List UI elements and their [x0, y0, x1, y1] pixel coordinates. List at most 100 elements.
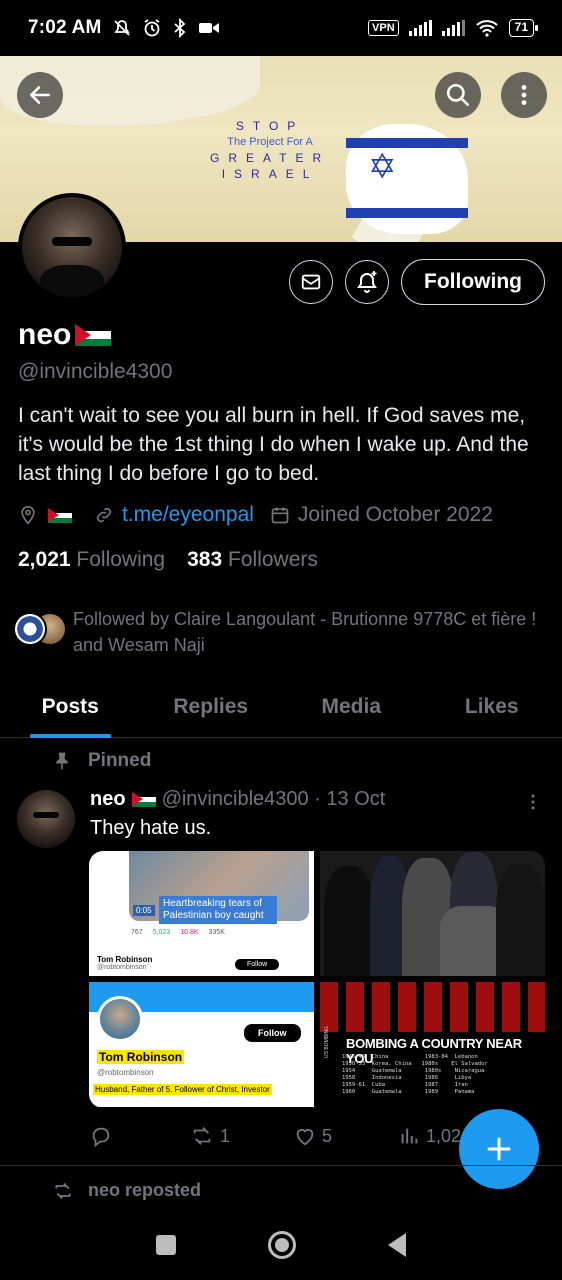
media-user-handle: @robtombinson: [97, 964, 147, 971]
flag-triangle: [75, 324, 92, 346]
media-follow-label: Follow: [235, 959, 280, 970]
banner-flag: ✡: [346, 124, 468, 234]
status-time: 7:02 AM: [28, 17, 102, 38]
calendar-icon: [271, 507, 289, 524]
tab-media[interactable]: Media: [281, 676, 422, 737]
media-image[interactable]: US BOMBING BOMBING A COUNTRY NEAR YOU 19…: [320, 982, 545, 1107]
pin-icon: [56, 752, 68, 770]
media-side-text: US BOMBING: [324, 1026, 330, 1058]
tweet-avatar[interactable]: [17, 790, 75, 848]
following-button[interactable]: Following: [401, 259, 545, 305]
repost-button[interactable]: 1: [190, 1125, 294, 1147]
banner-line: GREATER: [210, 151, 331, 165]
tab-posts[interactable]: Posts: [0, 676, 141, 738]
pinned-label: Pinned: [88, 750, 152, 771]
location-pin-icon: [21, 505, 35, 525]
status-bar: 7:02 AM VPN 71: [0, 0, 562, 56]
reposted-label: neo reposted: [88, 1180, 202, 1200]
video-icon: [198, 23, 219, 33]
tab-likes[interactable]: Likes: [422, 676, 562, 737]
palestine-flag-icon: [75, 324, 112, 347]
media-stat: 10.8K: [180, 929, 199, 936]
followers-stat[interactable]: 383 Followers: [187, 548, 318, 572]
media-user: Tom Robinson @robtombinson: [97, 955, 152, 971]
media-image[interactable]: 0:05 Heartbreaking tears of Palestinian …: [89, 851, 314, 976]
flag-triangle: [131, 792, 143, 806]
followers-label: Followers: [228, 548, 318, 571]
system-back-button[interactable]: [388, 1233, 406, 1257]
bell-plus-icon: [357, 271, 377, 293]
compose-button[interactable]: [459, 1109, 539, 1189]
status-icons-right: VPN 71: [368, 18, 539, 38]
battery-icon: 71: [508, 19, 539, 37]
bar-chart-icon: [401, 1128, 418, 1144]
wifi-icon: [475, 20, 498, 37]
avatar-coat: [40, 265, 104, 297]
view-count: 1,02: [426, 1125, 462, 1146]
repost-count: 1: [220, 1125, 231, 1146]
flag-stripe: [346, 138, 468, 148]
tweet-author[interactable]: neo: [90, 788, 126, 811]
notifications-button[interactable]: [345, 260, 389, 304]
media-image[interactable]: [320, 851, 545, 976]
tweet-actions: 1 5 1,02: [90, 1125, 470, 1147]
like-button[interactable]: 5: [294, 1125, 398, 1147]
media-user-name: Tom Robinson: [97, 1050, 185, 1064]
followed-by[interactable]: Followed by Claire Langoulant - Brutionn…: [13, 606, 543, 658]
repost-icon: [55, 1182, 71, 1199]
search-icon: [446, 83, 470, 107]
tab-replies[interactable]: Replies: [141, 676, 282, 737]
following-stat[interactable]: 2,021 Following: [18, 548, 165, 572]
divider: [0, 1165, 562, 1166]
profile-avatar[interactable]: [18, 193, 126, 301]
star-of-david-icon: ✡: [368, 148, 397, 186]
media-follow-label: Follow: [244, 1024, 301, 1042]
avatar-glasses: [33, 812, 59, 818]
following-label: Following: [76, 548, 166, 571]
banner-line: The Project For A: [227, 136, 313, 148]
avatar-glasses: [52, 237, 92, 246]
search-button[interactable]: [435, 72, 481, 118]
joined-date: Joined October 2022: [297, 503, 493, 526]
media-figure: [496, 864, 545, 976]
media-avatar: [97, 996, 143, 1042]
reply-button[interactable]: [90, 1125, 190, 1147]
media-stat: 335K: [208, 929, 225, 936]
media-stat: 767: [131, 929, 143, 936]
flag-stripe: [346, 208, 468, 218]
like-count: 5: [322, 1125, 333, 1146]
signal-icon: [408, 20, 432, 36]
tweet-media-grid: 0:05 Heartbreaking tears of Palestinian …: [89, 851, 545, 1108]
tweet-header: neo @invincible4300 · 13 Oct: [90, 788, 385, 811]
tweet-more-button[interactable]: [523, 791, 543, 818]
profile-link[interactable]: t.me/eyeonpal: [122, 503, 254, 527]
system-nav-bar: [0, 1210, 562, 1280]
profile-meta: t.me/eyeonpal Joined October 2022: [18, 503, 493, 527]
more-options-button[interactable]: [501, 72, 547, 118]
media-image[interactable]: Follow Tom Robinson @robtombinson Husban…: [89, 982, 314, 1107]
pinned-indicator: Pinned: [52, 750, 151, 772]
banner-line: STOP: [235, 119, 305, 133]
message-button[interactable]: [289, 260, 333, 304]
home-dot: [275, 1238, 289, 1252]
link-icon: [96, 507, 112, 523]
envelope-icon: [301, 274, 321, 290]
views-button[interactable]: 1,02: [398, 1125, 461, 1147]
profile-tabs: Posts Replies Media Likes: [0, 676, 562, 738]
media-figure: [324, 866, 374, 976]
recents-button[interactable]: [156, 1235, 176, 1255]
back-button[interactable]: [17, 72, 63, 118]
followers-count: 383: [187, 548, 223, 571]
avatar-image: [22, 197, 122, 297]
video-duration: 0:05: [133, 905, 155, 916]
display-name-text: neo: [18, 318, 72, 351]
profile-display-name: neo: [18, 318, 112, 352]
media-caption: Heartbreaking tears of Palestinian boy c…: [159, 896, 277, 924]
media-user-handle: @robtombinson: [97, 1068, 154, 1077]
back-arrow-icon: [30, 86, 50, 104]
palestine-flag-icon: [131, 792, 156, 807]
media-list: 1945-46 China 1983-84 Lebanon 1950-53 Ko…: [342, 1054, 488, 1095]
flag-triangle: [48, 507, 59, 522]
mutual-avatar: [13, 612, 47, 646]
home-button[interactable]: [268, 1231, 296, 1259]
